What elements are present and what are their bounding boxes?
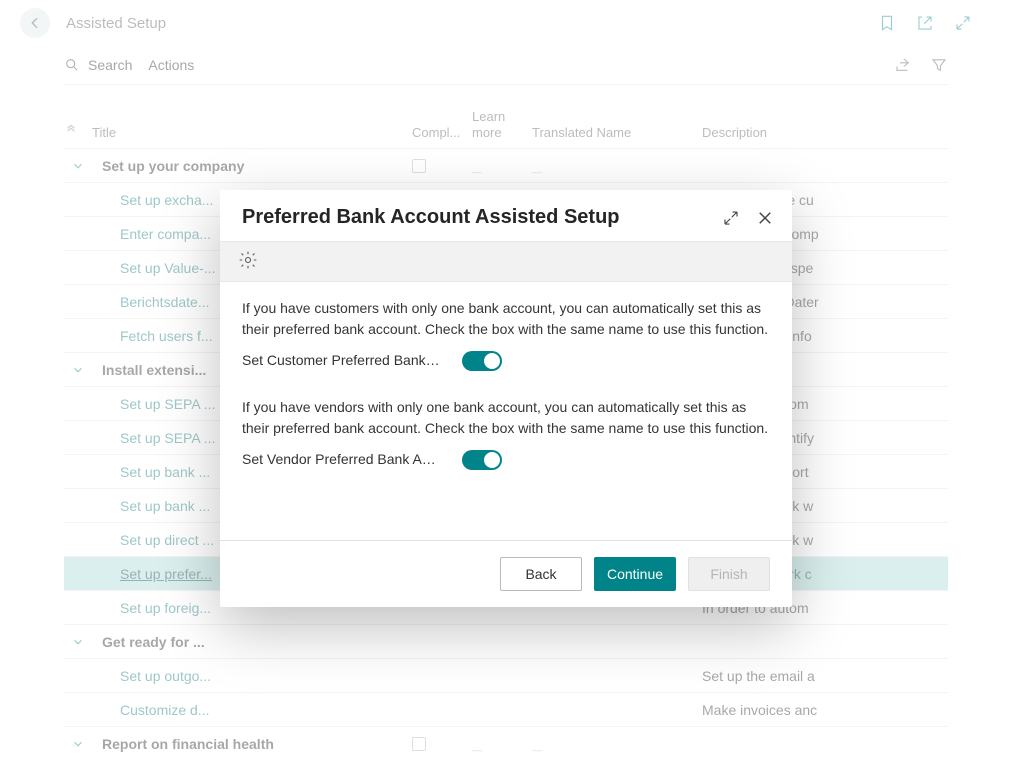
continue-button[interactable]: Continue <box>594 557 676 591</box>
dialog-toolbar <box>220 241 792 282</box>
assisted-setup-dialog: Preferred Bank Account Assisted Setup If… <box>220 190 792 607</box>
modal-overlay: Preferred Bank Account Assisted Setup If… <box>0 0 1012 775</box>
vendor-toggle-label: Set Vendor Preferred Bank Acc... <box>242 449 442 470</box>
dialog-title: Preferred Bank Account Assisted Setup <box>242 206 706 229</box>
customer-preferred-toggle[interactable] <box>462 351 502 371</box>
dialog-close-icon[interactable] <box>756 209 774 227</box>
customer-toggle-label: Set Customer Preferred Bank A... <box>242 350 442 371</box>
dialog-paragraph-1: If you have customers with only one bank… <box>242 298 770 340</box>
gear-icon[interactable] <box>238 250 258 270</box>
vendor-preferred-toggle[interactable] <box>462 450 502 470</box>
finish-button: Finish <box>688 557 770 591</box>
back-button[interactable]: Back <box>500 557 582 591</box>
dialog-paragraph-2: If you have vendors with only one bank a… <box>242 397 770 439</box>
dialog-expand-icon[interactable] <box>722 209 740 227</box>
